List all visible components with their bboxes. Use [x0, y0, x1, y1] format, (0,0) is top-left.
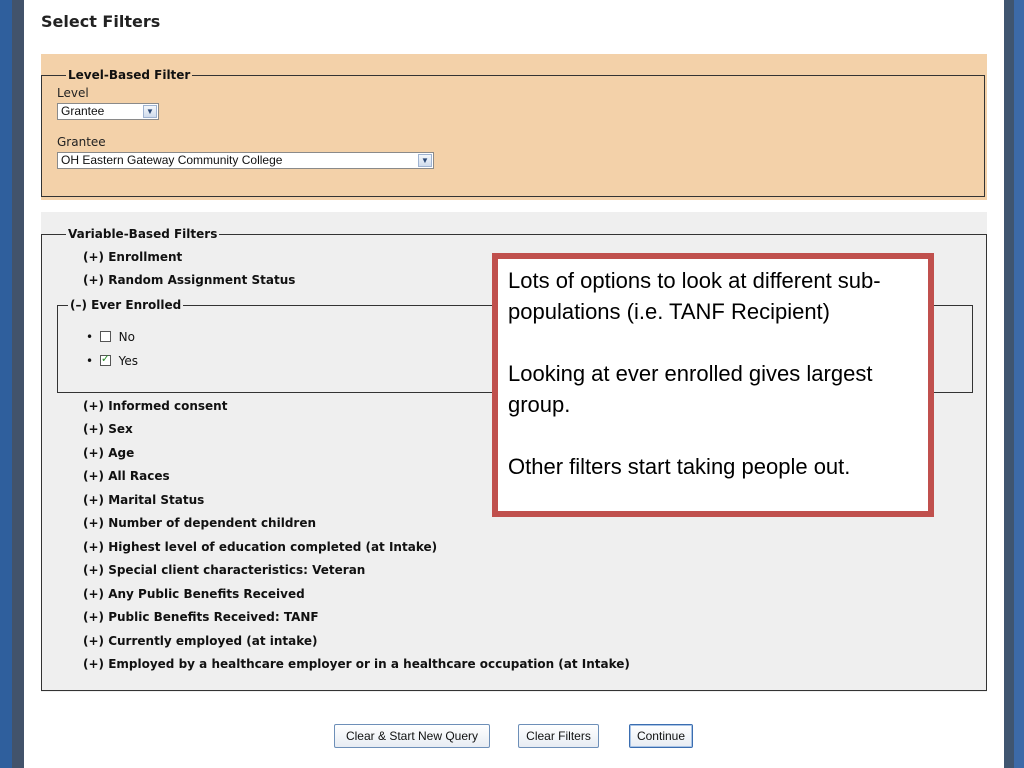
filter-toggle-veteran[interactable]: (+) Special client characteristics: Vete… [83, 563, 365, 577]
filter-toggle-informed-consent[interactable]: (+) Informed consent [83, 399, 227, 413]
slide-frame-left [0, 0, 12, 768]
grantee-label: Grantee [57, 135, 106, 149]
callout-text-options: Lots of options to look at different sub… [508, 268, 881, 324]
chevron-down-icon[interactable]: ▼ [143, 105, 157, 118]
filter-toggle-healthcare-employer[interactable]: (+) Employed by a healthcare employer or… [83, 657, 630, 671]
clear-filters-button[interactable]: Clear Filters [518, 724, 599, 748]
filter-toggle-age[interactable]: (+) Age [83, 446, 134, 460]
slide-frame-left-inner [12, 0, 24, 768]
ever-enrolled-no-checkbox[interactable] [99, 331, 111, 342]
page-title: Select Filters [41, 12, 161, 31]
bullet-icon: • [86, 330, 94, 344]
filter-toggle-currently-employed[interactable]: (+) Currently employed (at intake) [83, 634, 318, 648]
slide-frame-right-inner [1004, 0, 1014, 768]
filter-toggle-any-public-benefits[interactable]: (+) Any Public Benefits Received [83, 587, 305, 601]
continue-button[interactable]: Continue [629, 724, 693, 748]
ever-enrolled-yes-checkbox[interactable]: ✓ [99, 352, 111, 366]
callout-text-other-filters: Other filters start taking people out. [508, 454, 851, 479]
grantee-select-value: OH Eastern Gateway Community College [61, 153, 283, 167]
grantee-select[interactable]: OH Eastern Gateway Community College ▼ [57, 152, 434, 169]
slide-frame-right [1014, 0, 1024, 768]
option-label: No [118, 330, 135, 344]
level-select[interactable]: Grantee ▼ [57, 103, 159, 120]
callout-text-ever-enrolled: Looking at ever enrolled gives largest g… [508, 361, 873, 417]
filter-toggle-sex[interactable]: (+) Sex [83, 422, 133, 436]
bullet-icon: • [86, 354, 94, 368]
option-label: Yes [118, 354, 139, 368]
level-select-value: Grantee [61, 104, 105, 118]
ever-enrolled-option-yes: • ✓ Yes [86, 352, 139, 368]
checkmark-icon: ✓ [100, 352, 111, 365]
filter-toggle-education[interactable]: (+) Highest level of education completed… [83, 540, 437, 554]
callout-spacer [508, 420, 918, 451]
filter-toggle-marital-status[interactable]: (+) Marital Status [83, 493, 204, 507]
filter-toggle-random-assignment[interactable]: (+) Random Assignment Status [83, 273, 295, 287]
annotation-callout: Lots of options to look at different sub… [492, 253, 934, 517]
filter-toggle-tanf[interactable]: (+) Public Benefits Received: TANF [83, 610, 319, 624]
level-label: Level [57, 86, 89, 100]
callout-spacer [508, 327, 918, 358]
level-filter-fieldset: Level-Based Filter Level Grantee ▼ Grant… [41, 68, 985, 197]
clear-start-new-query-button[interactable]: Clear & Start New Query [334, 724, 490, 748]
filter-toggle-all-races[interactable]: (+) All Races [83, 469, 170, 483]
ever-enrolled-option-no: • No [86, 330, 135, 344]
chevron-down-icon[interactable]: ▼ [418, 154, 432, 167]
filter-toggle-enrollment[interactable]: (+) Enrollment [83, 250, 182, 264]
level-filter-panel: Level-Based Filter Level Grantee ▼ Grant… [41, 54, 987, 200]
ever-enrolled-toggle[interactable]: (–) Ever Enrolled [68, 298, 184, 312]
variable-filter-legend: Variable-Based Filters [66, 227, 220, 241]
level-filter-legend: Level-Based Filter [66, 68, 193, 82]
filter-toggle-dependent-children[interactable]: (+) Number of dependent children [83, 516, 316, 530]
